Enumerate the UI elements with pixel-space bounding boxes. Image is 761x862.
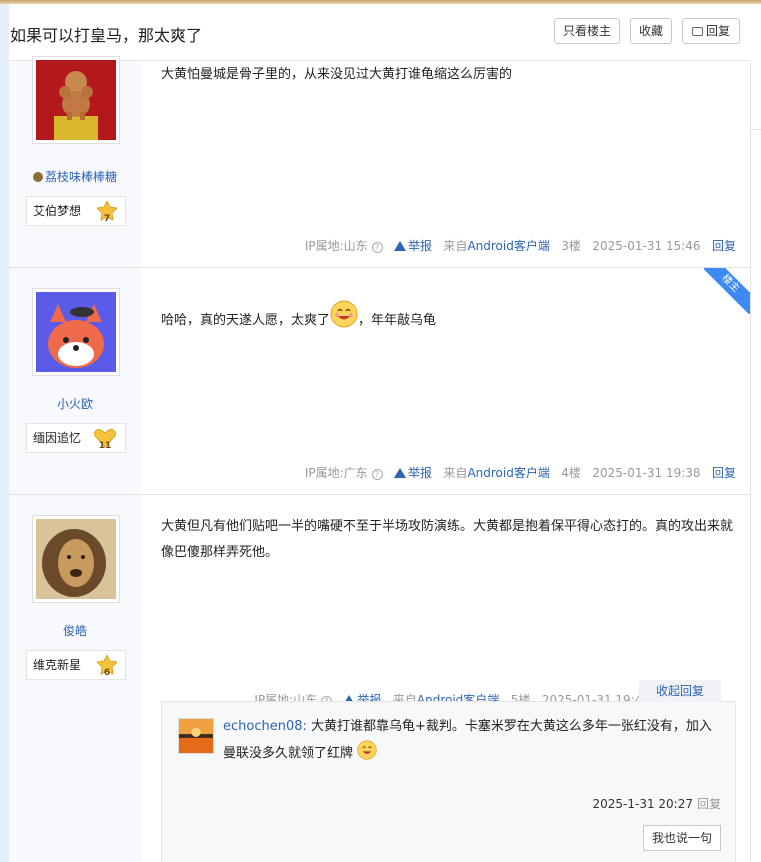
floor-number: 4楼	[561, 466, 581, 480]
level-badge-icon: 7	[96, 200, 118, 224]
fan-badge[interactable]: 缅因追忆 11	[26, 423, 126, 453]
sub-reply-meta: 2025-1-31 20:27 回复	[592, 795, 721, 812]
reply-button[interactable]: 回复	[682, 18, 740, 44]
level-number: 7	[103, 214, 111, 224]
lion-avatar-image	[36, 519, 116, 599]
reply-link[interactable]: 回复	[712, 466, 736, 480]
sub-reply-avatar[interactable]	[178, 718, 214, 754]
sub-reply-time: 2025-1-31 20:27	[592, 797, 693, 811]
magnifier-icon	[32, 172, 43, 182]
report-link[interactable]: 举报	[408, 239, 432, 253]
level-badge-icon: 6	[96, 654, 118, 678]
post-time: 2025-01-31 15:46	[592, 239, 701, 253]
post-floor-4: 楼主 小火欧 缅因追忆 11 哈哈，真的天遂人愿，太爽了 ，年年敲乌龟 IP属地:…	[9, 268, 750, 495]
collapse-replies-button[interactable]: 收起回复	[639, 680, 721, 702]
post-floor-5: 俊皓 维克新星 6 大黄但凡有他们贴吧一半的嘴硬不至于半场攻防演练。大黄都是抱着…	[9, 495, 750, 862]
fox-avatar-image	[36, 292, 116, 372]
floor-number: 3楼	[561, 239, 581, 253]
level-number: 6	[103, 668, 111, 678]
thread-title: 如果可以打皇马，那太爽了	[10, 26, 203, 45]
fan-badge[interactable]: 维克新星 6	[26, 650, 126, 680]
smile-emoji-icon	[357, 740, 377, 760]
post-content: 大黄怕曼城是骨子里的，从来没见过大黄打谁龟缩这么厉害的	[161, 67, 513, 82]
say-something-button[interactable]: 我也说一句	[643, 825, 721, 851]
avatar[interactable]	[32, 515, 120, 603]
question-icon[interactable]: ?	[371, 242, 383, 253]
ip-location: IP属地:广东	[304, 466, 368, 480]
warning-icon	[393, 241, 406, 251]
sub-reply-text: echochen08: 大黄打谁都靠乌龟+裁判。卡塞米罗在大黄这么多年一张红没有…	[223, 714, 723, 767]
left-page-strip	[0, 4, 9, 862]
ip-location: IP属地:山东	[304, 239, 368, 253]
reply-button-label: 回复	[705, 24, 730, 38]
post-meta: IP属地:广东 ? 举报 来自Android客户端 4楼 2025-01-31 …	[305, 464, 736, 481]
sub-reply-author[interactable]: echochen08:	[223, 719, 307, 734]
username[interactable]: 荔枝味棒棒糖	[9, 168, 141, 185]
post-floor-3: 荔枝味棒棒糖 艾伯梦想 7 大黄怕曼城是骨子里的，从来没见过大黄打谁龟缩这么厉害…	[9, 56, 750, 268]
post-content: 大黄但凡有他们贴吧一半的嘴硬不至于半场攻防演练。大黄都是抱着保平得心态打的。真的…	[161, 519, 734, 560]
warning-icon	[393, 468, 406, 478]
smile-emoji-icon	[330, 300, 358, 328]
level-badge-icon: 11	[93, 428, 117, 451]
level-number: 11	[98, 441, 112, 451]
post-time: 2025-01-31 19:38	[592, 466, 701, 480]
post-content-text: 哈哈，真的天遂人愿，太爽了	[161, 313, 331, 328]
thread-header: 如果可以打皇马，那太爽了 只看楼主 收藏 回复	[9, 4, 750, 61]
comment-icon	[691, 27, 703, 36]
username[interactable]: 小火欧	[9, 395, 141, 412]
avatar[interactable]	[32, 288, 120, 376]
only-op-button[interactable]: 只看楼主	[554, 18, 620, 44]
sub-reply-panel: 收起回复 echochen08: 大黄打谁都靠乌龟+裁判。卡塞米罗在大黄这么多年…	[161, 680, 736, 862]
sub-reply-reply-link[interactable]: 回复	[697, 797, 721, 811]
right-page-gutter	[750, 62, 761, 862]
fan-badge[interactable]: 艾伯梦想 7	[26, 196, 126, 226]
reply-link[interactable]: 回复	[712, 239, 736, 253]
poodle-avatar-image	[36, 60, 116, 140]
client-source-link[interactable]: Android客户端	[467, 466, 549, 480]
badge-name: 缅因追忆	[33, 431, 82, 445]
client-source: 来自Android客户端	[443, 466, 550, 480]
username[interactable]: 俊皓	[9, 622, 141, 639]
post-content-text-2: ，年年敲乌龟	[358, 313, 437, 328]
badge-name: 艾伯梦想	[33, 204, 82, 218]
report-link[interactable]: 举报	[408, 466, 432, 480]
client-source-link[interactable]: Android客户端	[467, 239, 549, 253]
client-source: 来自Android客户端	[443, 239, 550, 253]
post-content: 哈哈，真的天遂人愿，太爽了 ，年年敲乌龟	[161, 300, 736, 334]
favorite-button[interactable]: 收藏	[630, 18, 672, 44]
badge-name: 维克新星	[33, 658, 82, 672]
question-icon[interactable]: ?	[371, 469, 383, 480]
avatar[interactable]	[32, 56, 120, 144]
post-meta: IP属地:山东 ? 举报 来自Android客户端 3楼 2025-01-31 …	[305, 237, 736, 254]
username-text: 荔枝味棒棒糖	[44, 170, 117, 184]
